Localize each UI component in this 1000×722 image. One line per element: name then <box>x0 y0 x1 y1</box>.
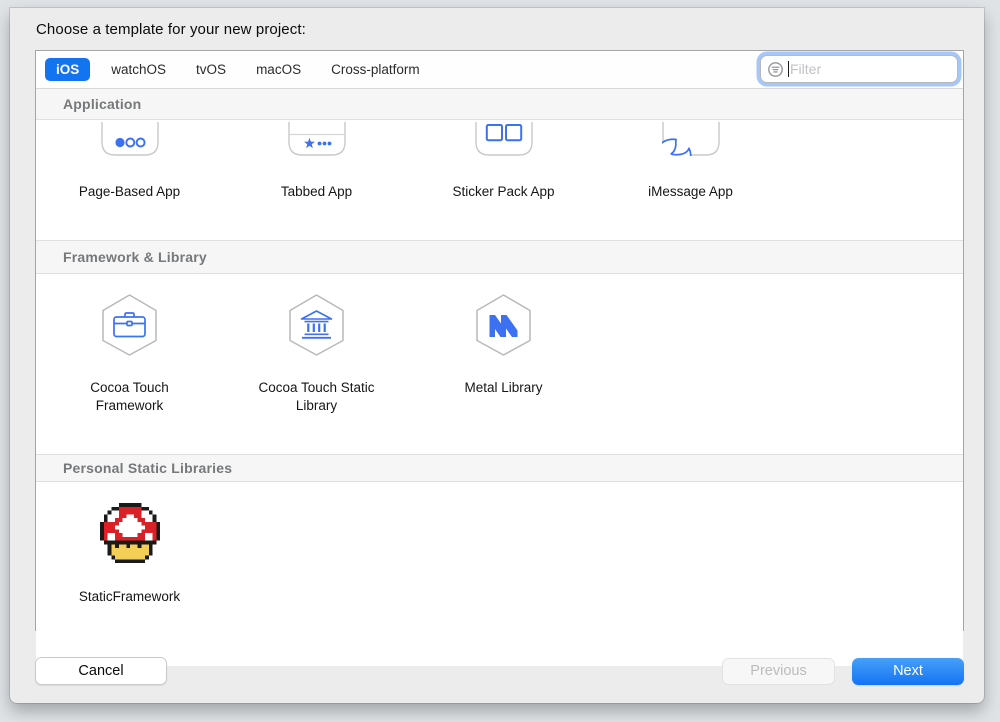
template-cocoa-touch-framework[interactable]: Cocoa Touch Framework <box>36 294 223 454</box>
tab-macos[interactable]: macOS <box>245 58 312 81</box>
template-label: Cocoa Touch Static Library <box>258 380 375 413</box>
cancel-button[interactable]: Cancel <box>35 657 167 685</box>
mushroom-icon <box>99 503 160 563</box>
template-label: Page-Based App <box>78 184 181 199</box>
template-staticframework[interactable]: StaticFramework <box>36 503 223 666</box>
template-page-based-app[interactable]: Page-Based App <box>36 122 223 234</box>
previous-button[interactable]: Previous <box>722 657 835 685</box>
framework-library-row: Cocoa Touch Framework Cocoa Touch Static… <box>36 274 963 454</box>
filter-icon <box>768 61 783 77</box>
template-imessage-app[interactable]: iMessage App <box>597 122 784 234</box>
personal-static-libraries-row: StaticFramework <box>36 482 963 666</box>
section-header-framework-library: Framework & Library <box>36 240 963 274</box>
template-chooser-panel: iOS watchOS tvOS macOS Cross-platform Ap… <box>35 50 964 666</box>
tab-tvos[interactable]: tvOS <box>185 58 237 81</box>
section-header-label: Framework & Library <box>63 249 207 265</box>
section-header-personal-static-libraries: Personal Static Libraries <box>36 454 963 482</box>
application-templates-row: Page-Based App Tabbed App Sticker Pack A… <box>36 120 963 234</box>
template-metal-library[interactable]: Metal Library <box>410 294 597 454</box>
imessage-app-icon <box>661 122 720 156</box>
section-header-label: Personal Static Libraries <box>63 460 233 476</box>
library-building-hexagon-icon <box>289 294 344 356</box>
template-label: Tabbed App <box>280 184 353 199</box>
template-label: StaticFramework <box>78 589 181 604</box>
template-sticker-pack-app[interactable]: Sticker Pack App <box>410 122 597 234</box>
filter-field[interactable] <box>760 55 958 83</box>
platform-tab-bar: iOS watchOS tvOS macOS Cross-platform <box>36 51 963 89</box>
template-label: Sticker Pack App <box>452 184 555 199</box>
template-label: iMessage App <box>648 184 733 199</box>
filter-input[interactable] <box>789 61 957 77</box>
template-label: Cocoa Touch Framework <box>90 380 169 413</box>
section-header-application: Application <box>36 89 963 120</box>
metal-hexagon-icon <box>476 294 531 356</box>
tab-ios[interactable]: iOS <box>45 58 91 81</box>
sheet-footer: Cancel Previous Next <box>35 657 964 685</box>
tabbed-app-icon <box>287 122 346 156</box>
tab-cross-platform[interactable]: Cross-platform <box>320 58 431 81</box>
new-project-sheet: Choose a template for your new project: … <box>10 8 984 703</box>
next-button[interactable]: Next <box>852 657 964 685</box>
template-label: Metal Library <box>464 380 543 395</box>
sheet-title: Choose a template for your new project: <box>36 21 306 38</box>
briefcase-hexagon-icon <box>102 294 157 356</box>
template-tabbed-app[interactable]: Tabbed App <box>223 122 410 234</box>
tab-watchos[interactable]: watchOS <box>100 58 177 81</box>
page-based-app-icon <box>100 122 159 156</box>
section-header-label: Application <box>63 96 142 112</box>
template-cocoa-touch-static-library[interactable]: Cocoa Touch Static Library <box>223 294 410 454</box>
sticker-pack-app-icon <box>474 122 533 156</box>
